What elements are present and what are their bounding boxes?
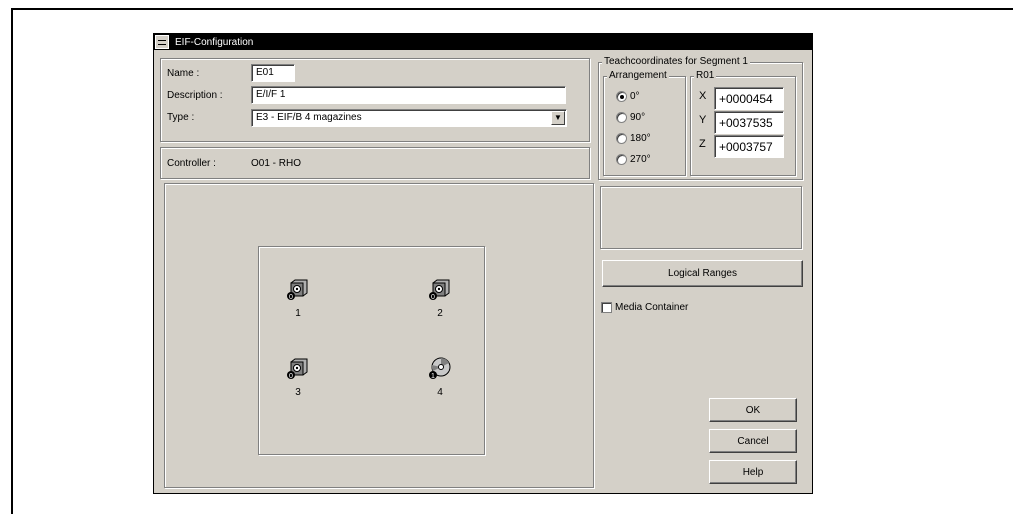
name-label: Name : xyxy=(167,68,200,79)
magazine-count-badge: 0 xyxy=(431,294,435,300)
controller-label: Controller : xyxy=(167,158,216,169)
eif-configuration-dialog: EIF-Configuration Name : E01 Description… xyxy=(153,33,813,494)
magazine-slot-2[interactable]: 0 2 xyxy=(421,278,461,322)
magazine-box-icon: 0 xyxy=(287,358,308,379)
controller-group: Controller : O01 - RHO xyxy=(160,147,590,179)
x-coordinate-field[interactable]: +0000454 xyxy=(714,87,784,110)
arrangement-group: Arrangement 0° 90° 180° 270° xyxy=(603,70,686,176)
name-field[interactable]: E01 xyxy=(251,64,295,82)
y-coordinate-field[interactable]: +0037535 xyxy=(714,111,784,134)
magazine-count-badge: 1 xyxy=(431,373,435,379)
radio-icon[interactable] xyxy=(616,112,627,123)
media-container-label: Media Container xyxy=(615,302,689,313)
arrangement-option-270[interactable]: 270° xyxy=(616,154,651,165)
checkbox-icon[interactable] xyxy=(601,302,612,313)
arrangement-option-180[interactable]: 180° xyxy=(616,133,651,144)
disc-icon: 1 xyxy=(429,357,451,379)
type-select[interactable]: E3 - EIF/B 4 magazines ▼ xyxy=(251,109,567,127)
radio-selected-icon[interactable] xyxy=(616,91,627,102)
description-label: Description : xyxy=(167,90,223,101)
magazine-count-badge: 0 xyxy=(289,373,293,379)
description-field[interactable]: E/I/F 1 xyxy=(251,86,566,104)
dropdown-arrow-icon[interactable]: ▼ xyxy=(551,111,565,125)
controller-value: O01 - RHO xyxy=(251,158,302,169)
magazine-number: 3 xyxy=(295,387,301,398)
magazine-number: 2 xyxy=(437,308,443,319)
magazine-count-badge: 0 xyxy=(289,294,293,300)
help-button[interactable]: Help xyxy=(709,460,797,484)
magazine-slot-3[interactable]: 0 3 xyxy=(279,357,319,401)
type-select-value: E3 - EIF/B 4 magazines xyxy=(256,112,362,123)
teachcoordinates-label: Teachcoordinates for Segment 1 xyxy=(602,56,750,68)
magazine-box-icon: 0 xyxy=(287,279,308,300)
magazine-slot-1[interactable]: 0 1 xyxy=(279,278,319,322)
outer-frame-top xyxy=(11,8,1013,10)
logical-ranges-button[interactable]: Logical Ranges xyxy=(602,260,803,287)
identity-group: Name : E01 Description : E/I/F 1 Type : … xyxy=(160,58,590,142)
z-coordinate-field[interactable]: +0003757 xyxy=(714,135,784,158)
teachcoordinates-group: Teachcoordinates for Segment 1 Arrangeme… xyxy=(598,56,803,180)
magazine-box-icon: 0 xyxy=(429,279,450,300)
r01-label: R01 xyxy=(694,70,717,82)
y-label: Y xyxy=(699,114,707,126)
arrangement-option-label: 0° xyxy=(630,91,640,102)
magazine-number: 4 xyxy=(437,387,443,398)
arrangement-option-label: 180° xyxy=(630,133,651,144)
arrangement-option-label: 270° xyxy=(630,154,651,165)
ok-button[interactable]: OK xyxy=(709,398,797,422)
z-label: Z xyxy=(699,138,706,150)
magazine-layout-box: 0 1 0 2 0 3 1 4 xyxy=(258,246,485,455)
cancel-button[interactable]: Cancel xyxy=(709,429,797,453)
magazine-number: 1 xyxy=(295,308,301,319)
magazine-area: 0 1 0 2 0 3 1 4 xyxy=(164,183,594,488)
outer-frame-left xyxy=(11,8,13,514)
system-menu-icon[interactable] xyxy=(155,35,169,49)
radio-icon[interactable] xyxy=(616,133,627,144)
arrangement-option-label: 90° xyxy=(630,112,646,123)
magazine-slot-4[interactable]: 1 4 xyxy=(421,357,461,401)
arrangement-option-90[interactable]: 90° xyxy=(616,112,645,123)
info-panel xyxy=(600,186,802,249)
r01-group: R01 X +0000454 Y +0037535 Z +0003757 xyxy=(690,70,796,176)
arrangement-label: Arrangement xyxy=(607,70,669,82)
arrangement-option-0[interactable]: 0° xyxy=(616,91,640,102)
type-label: Type : xyxy=(167,112,195,123)
x-label: X xyxy=(699,90,707,102)
radio-icon[interactable] xyxy=(616,154,627,165)
title-bar[interactable]: EIF-Configuration xyxy=(154,34,812,50)
media-container-checkbox[interactable]: Media Container xyxy=(601,302,688,313)
window-title: EIF-Configuration xyxy=(175,36,254,48)
